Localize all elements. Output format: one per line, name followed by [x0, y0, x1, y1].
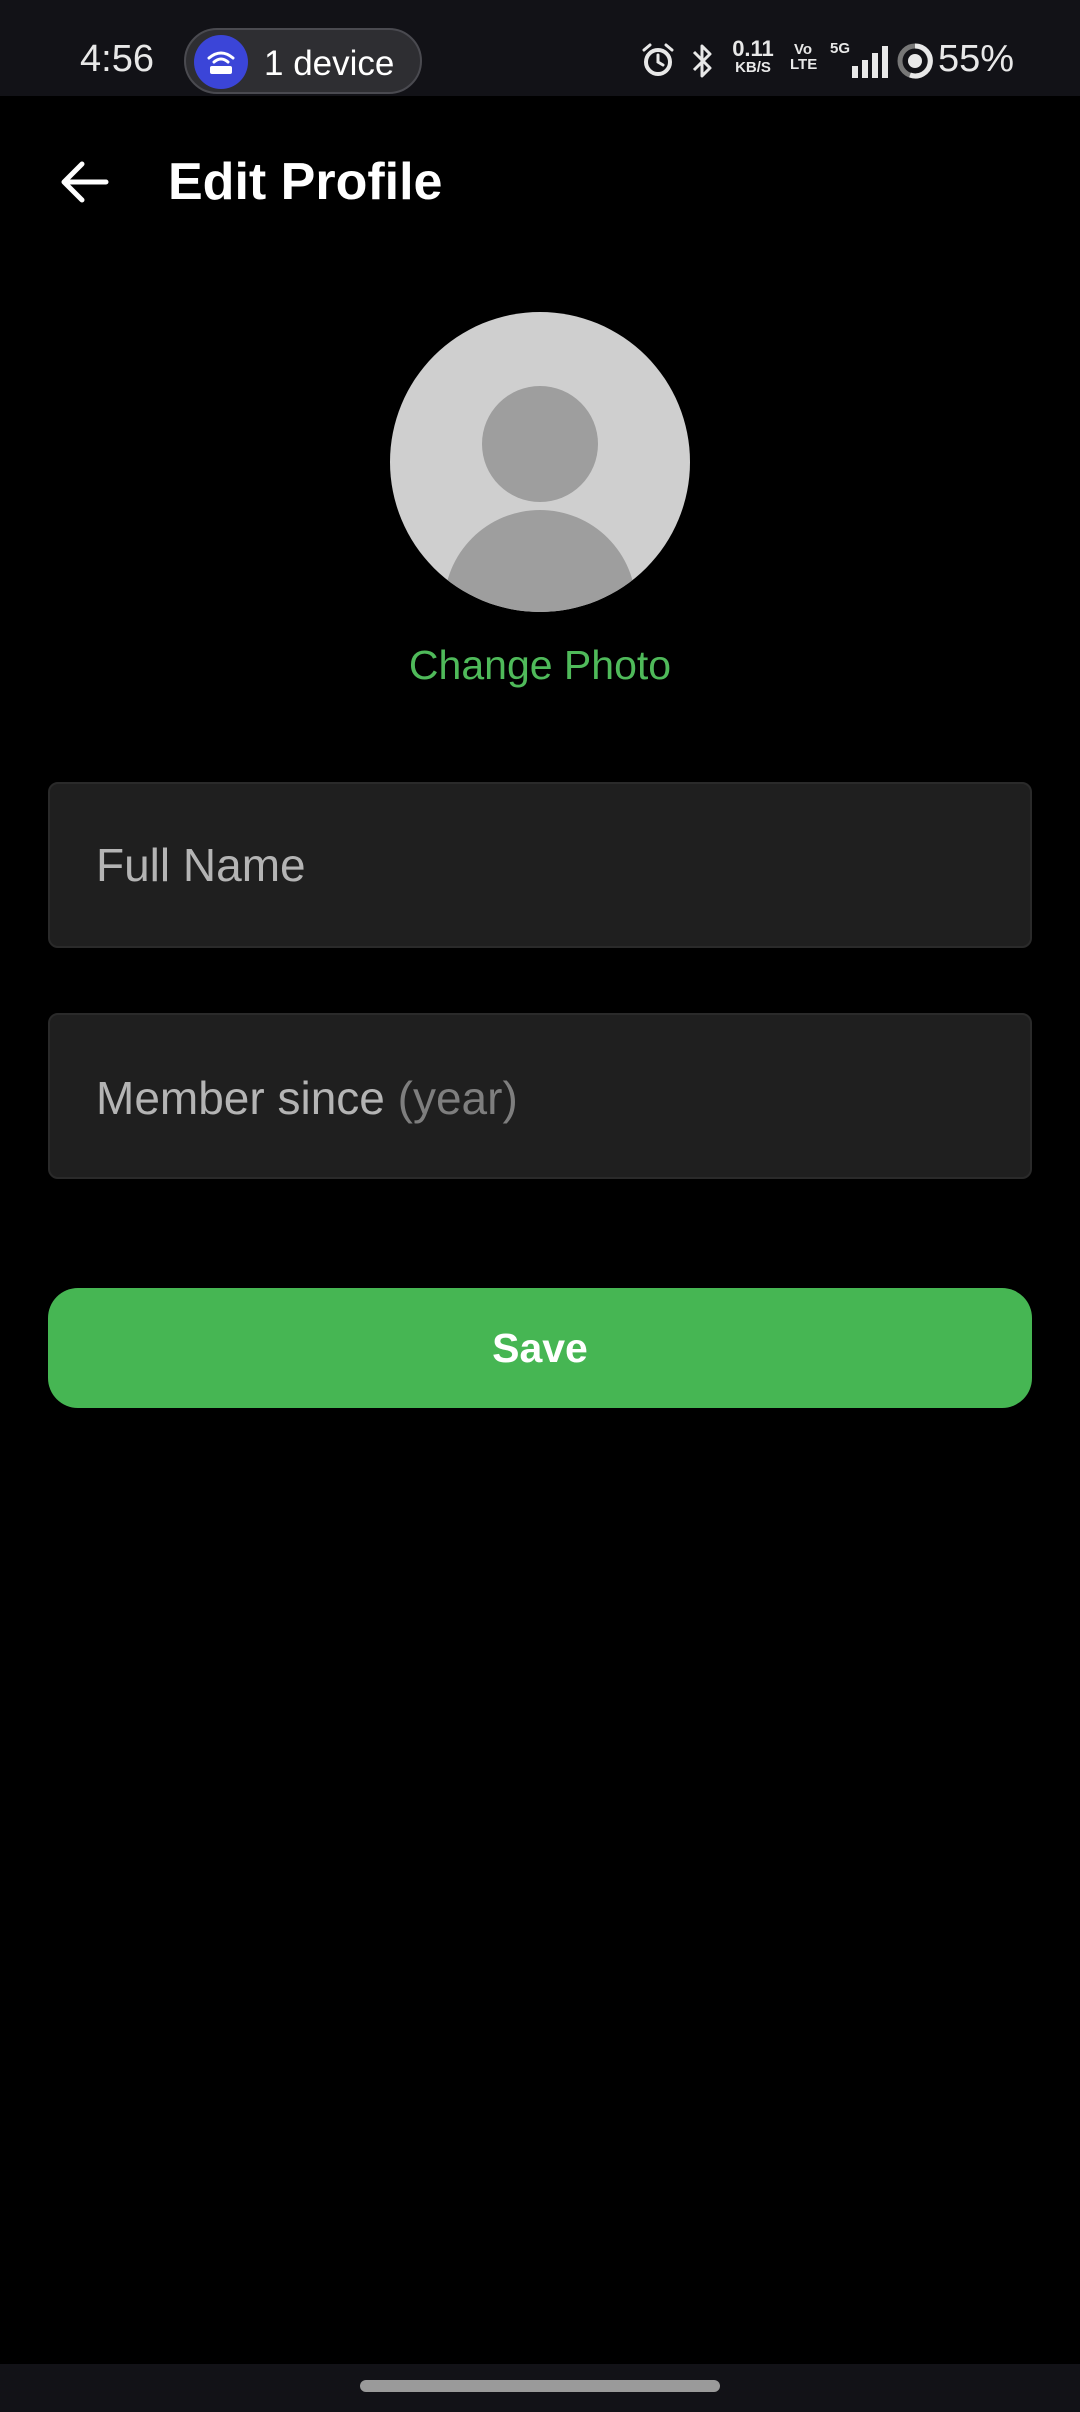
signal-icon: [852, 46, 888, 78]
save-button[interactable]: Save: [48, 1288, 1032, 1408]
back-button[interactable]: [48, 146, 120, 218]
network-type: 5G: [830, 40, 851, 57]
page-title: Edit Profile: [168, 153, 443, 211]
full-name-input[interactable]: [50, 784, 1030, 946]
alarm-icon: [642, 43, 674, 76]
default-avatar-icon: [482, 386, 598, 502]
navigation-bar: [0, 2364, 1080, 2412]
profile-avatar[interactable]: [390, 312, 690, 612]
hotspot-label: 1 device: [264, 44, 395, 83]
member-since-input[interactable]: [50, 1015, 1030, 1177]
battery-icon: [897, 43, 933, 79]
hotspot-icon: [194, 35, 248, 89]
bluetooth-icon: [692, 44, 712, 78]
change-photo-link[interactable]: Change Photo: [0, 642, 1080, 689]
status-time: 4:56: [80, 38, 154, 80]
home-indicator[interactable]: [360, 2380, 720, 2392]
battery-percent: 55%: [938, 38, 1015, 80]
hotspot-chip[interactable]: 1 device: [184, 28, 422, 94]
member-since-field[interactable]: Member since (year): [48, 1013, 1032, 1179]
volte-indicator: Vo LTE: [790, 41, 818, 73]
network-speed: 0.11 KB/S: [732, 36, 774, 76]
arrow-left-icon: [61, 161, 109, 203]
full-name-field[interactable]: [48, 782, 1032, 948]
status-bar: 4:56 1 device 0.11 KB/S Vo LTE 5G 55%: [0, 0, 1080, 96]
